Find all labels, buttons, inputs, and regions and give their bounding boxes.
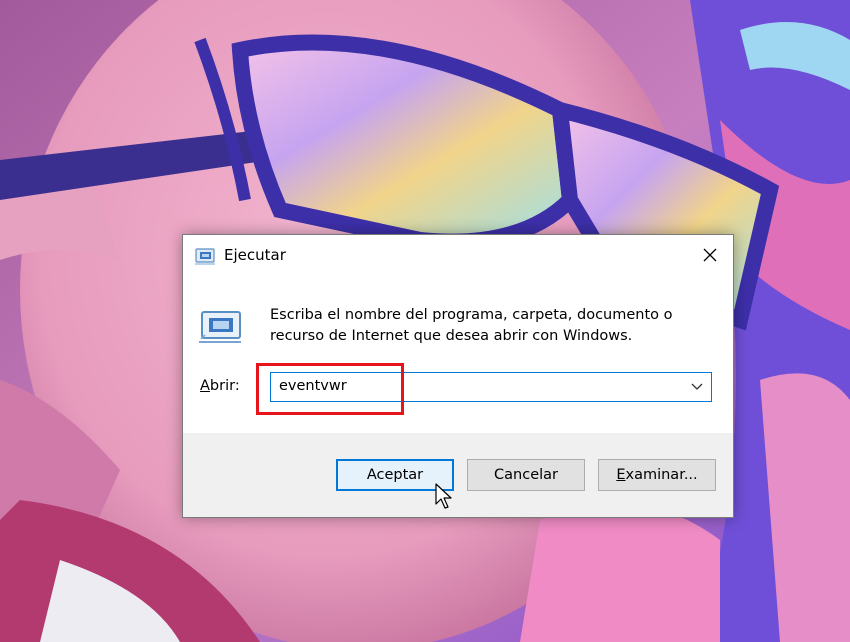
dialog-title: Ejecutar (224, 246, 286, 264)
open-label: Abrir: (200, 378, 240, 394)
browse-button[interactable]: Examinar... (598, 459, 716, 491)
title-bar[interactable]: Ejecutar (183, 235, 733, 277)
description-text: Escriba el nombre del programa, carpeta,… (270, 305, 710, 347)
run-dialog: Ejecutar Escriba el nombre del programa,… (182, 234, 734, 518)
cancel-button[interactable]: Cancelar (467, 459, 585, 491)
run-icon (199, 311, 241, 343)
close-button[interactable] (687, 235, 733, 275)
browse-label: xaminar... (625, 467, 698, 483)
open-label-text: brir: (209, 378, 240, 394)
description-line: Escriba el nombre del programa, carpeta,… (270, 307, 673, 323)
dialog-content: Escriba el nombre del programa, carpeta,… (183, 277, 733, 433)
open-label-accesskey: A (200, 378, 210, 394)
button-bar: Aceptar Cancelar Examinar... (183, 433, 733, 517)
chevron-down-icon (691, 383, 703, 390)
description-line: recurso de Internet que desea abrir con … (270, 328, 633, 344)
dropdown-button[interactable] (683, 373, 711, 401)
browse-accesskey: E (616, 467, 626, 483)
mouse-pointer-icon (435, 483, 452, 509)
close-icon (703, 248, 717, 262)
run-icon (195, 248, 215, 265)
highlight-box (256, 363, 404, 415)
